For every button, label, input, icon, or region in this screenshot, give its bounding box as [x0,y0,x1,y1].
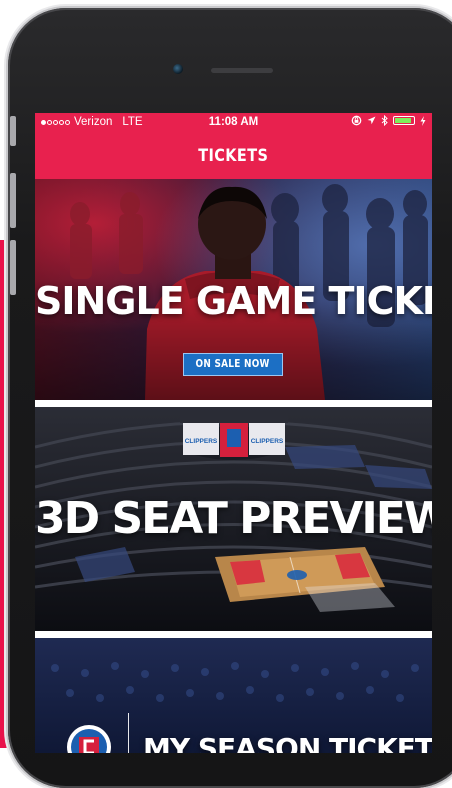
logo-divider [128,713,129,753]
status-bar: Verizon LTE 11:08 AM [35,113,432,133]
mute-switch [10,116,16,146]
front-camera [173,64,183,74]
page-title: TICKETS [198,146,269,166]
scoreboard-left-text: CLIPPERS [185,438,218,445]
tile-single-game-tickets[interactable]: SINGLE GAME TICKETS ON SALE NOW [35,179,432,400]
volume-up-button [10,173,16,228]
earpiece-speaker [211,68,273,73]
on-sale-now-button[interactable]: ON SALE NOW [183,353,283,376]
charging-bolt-icon [420,115,426,126]
clippers-logo-icon [67,725,111,753]
status-right [351,115,426,126]
location-arrow-icon [367,116,376,125]
tile-3d-seat-preview[interactable]: CLIPPERS CLIPPERS 3D SEAT PREVIEW [35,407,432,631]
bluetooth-icon [381,115,388,126]
lock-rotation-icon [351,115,362,126]
tile-my-season-tickets[interactable]: MY SEASON TICKETS [35,638,432,753]
app-screen: Verizon LTE 11:08 AM TICKETS SINGLE GAME… [35,113,432,753]
my-season-tickets-label: MY SEASON TICKETS [143,732,432,753]
battery-fill [395,118,411,123]
on-sale-now-label: ON SALE NOW [195,358,271,370]
single-game-tickets-label: SINGLE GAME TICKETS [35,279,432,323]
scoreboard-right-text: CLIPPERS [251,438,284,445]
header-bar: TICKETS [35,133,432,179]
volume-down-button [10,240,16,295]
tile-divider [35,400,432,407]
battery-icon [393,116,415,125]
tile-divider [35,631,432,638]
3d-seat-preview-label: 3D SEAT PREVIEW [35,493,432,544]
